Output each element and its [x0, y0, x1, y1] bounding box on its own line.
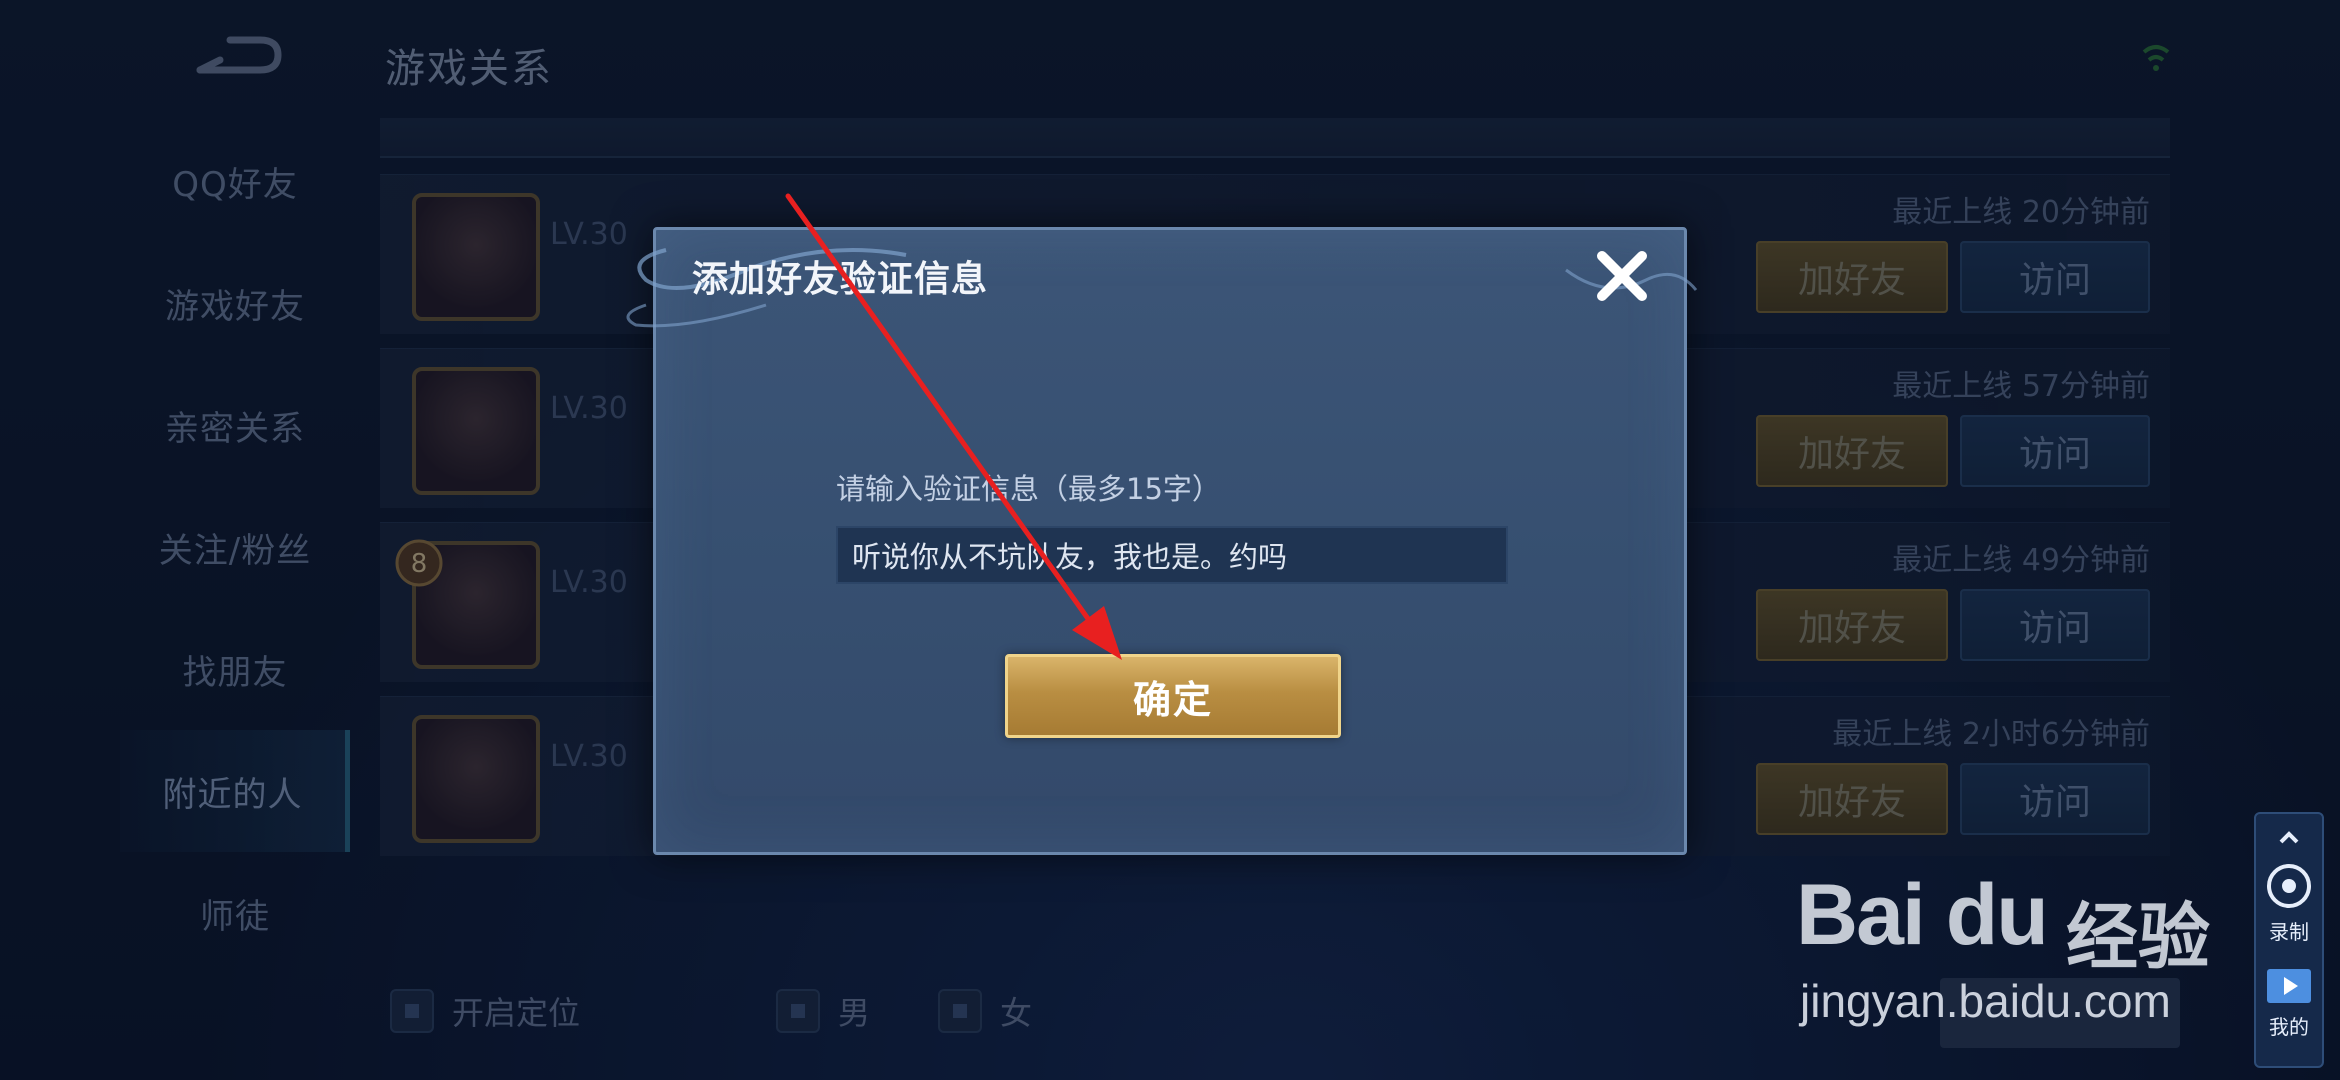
verify-message-input[interactable]: [836, 526, 1508, 584]
watermark-url: jingyan.baidu.com: [1800, 975, 2171, 1027]
watermark-brand: Bai du: [1796, 867, 2049, 963]
verify-prompt: 请输入验证信息（最多15字）: [836, 472, 1221, 506]
baidu-watermark: Bai du 经验 jingyan.baidu.com: [1796, 820, 2236, 1040]
dialog-title: 添加好友验证信息: [692, 259, 989, 300]
mine-label: 我的: [2269, 1015, 2309, 1039]
watermark-suffix: 经验: [2066, 895, 2211, 979]
close-icon[interactable]: [1590, 244, 1654, 308]
chevron-up-icon[interactable]: [2277, 828, 2301, 848]
record-label: 录制: [2269, 920, 2309, 944]
play-icon[interactable]: [2267, 969, 2311, 1003]
confirm-button[interactable]: 确定: [1005, 654, 1341, 738]
recorder-panel: 录制 我的: [2254, 812, 2324, 1068]
add-friend-dialog: 添加好友验证信息 请输入验证信息（最多15字） 确定: [626, 227, 1698, 855]
record-icon[interactable]: [2267, 864, 2311, 908]
